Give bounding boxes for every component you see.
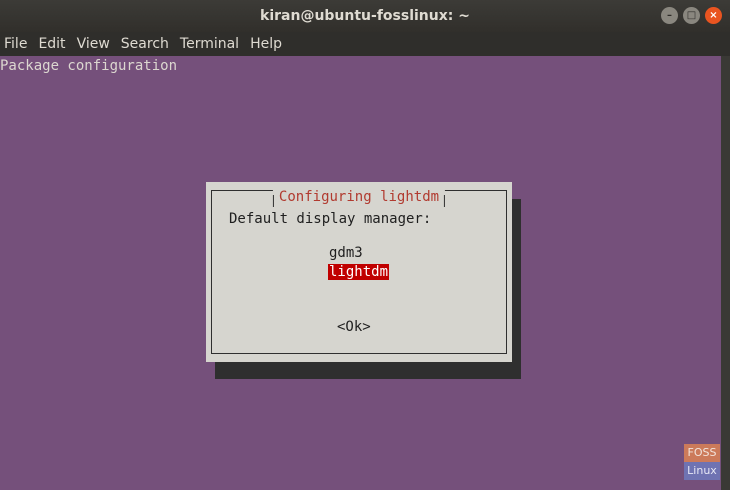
menubar: File Edit View Search Terminal Help [0, 32, 730, 56]
fosslinux-watermark: FOSS Linux [684, 444, 720, 480]
menu-edit[interactable]: Edit [38, 36, 65, 52]
dialog-prompt: Default display manager: [229, 211, 432, 227]
menu-terminal[interactable]: Terminal [180, 36, 239, 52]
window-title: kiran@ubuntu-fosslinux: ~ [260, 8, 470, 24]
window-titlebar: kiran@ubuntu-fosslinux: ~ – □ × [0, 0, 730, 32]
watermark-foss: FOSS [684, 444, 720, 462]
menu-help[interactable]: Help [250, 36, 282, 52]
minimize-icon[interactable]: – [661, 7, 678, 24]
terminal-area[interactable]: Package configuration Configuring lightd… [0, 56, 721, 490]
option-gdm3[interactable]: gdm3 [328, 245, 364, 261]
menu-file[interactable]: File [4, 36, 27, 52]
scrollbar[interactable] [721, 56, 730, 490]
configure-dialog: Configuring lightdm Default display mana… [206, 182, 512, 362]
dialog-title: Configuring lightdm [272, 189, 446, 207]
window-controls: – □ × [661, 7, 722, 24]
menu-view[interactable]: View [77, 36, 110, 52]
maximize-icon[interactable]: □ [683, 7, 700, 24]
watermark-linux: Linux [684, 462, 720, 480]
dialog-frame: Configuring lightdm Default display mana… [211, 189, 507, 354]
option-lightdm[interactable]: lightdm [328, 264, 390, 280]
ok-button[interactable]: <Ok> [337, 319, 371, 335]
package-configuration-header: Package configuration [0, 58, 178, 74]
close-icon[interactable]: × [705, 7, 722, 24]
menu-search[interactable]: Search [121, 36, 169, 52]
